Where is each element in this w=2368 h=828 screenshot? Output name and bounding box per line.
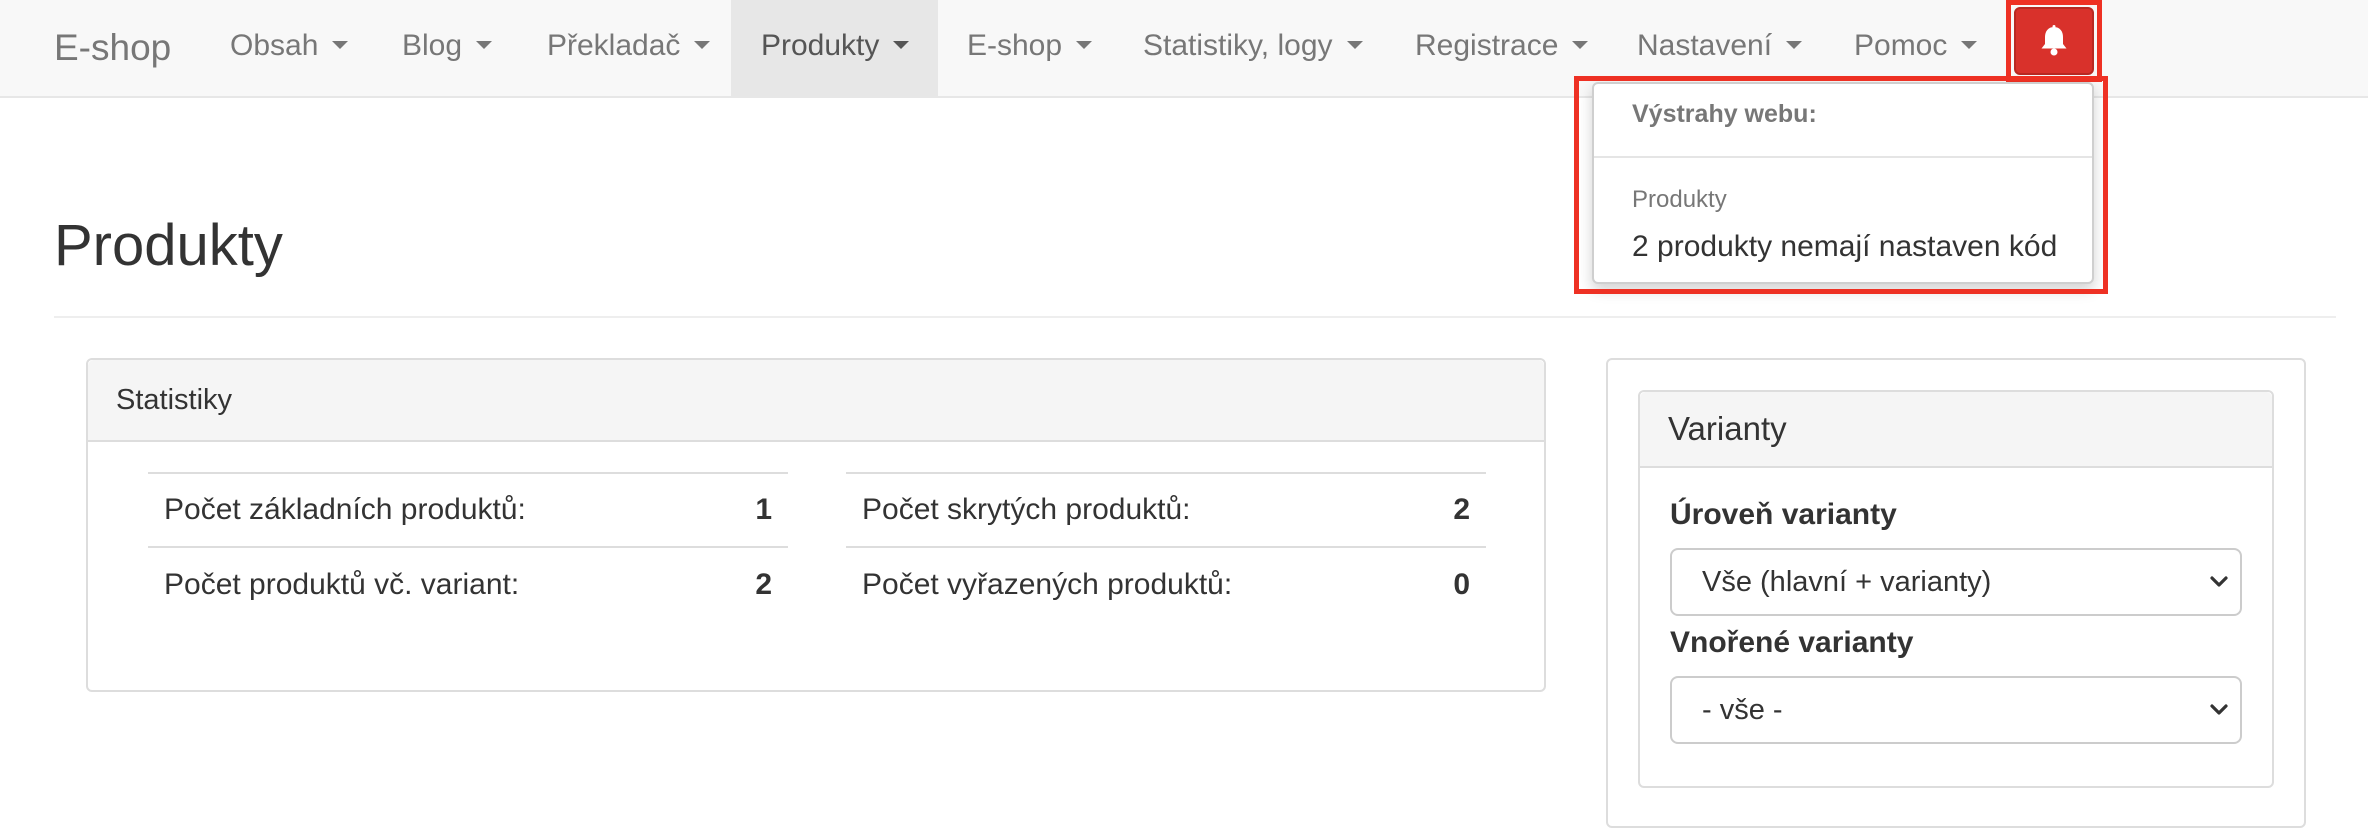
dropdown-header: Výstrahy webu: bbox=[1632, 100, 1817, 128]
stats-table-right: Počet skrytých produktů: 2 Počet vyřazen… bbox=[846, 472, 1486, 621]
nav-menu-blog[interactable]: Blog bbox=[372, 0, 522, 96]
caret-down-icon bbox=[1961, 41, 1978, 50]
dropdown-divider bbox=[1594, 156, 2092, 158]
chevron-down-icon bbox=[2210, 576, 2228, 587]
table-row: Počet skrytých produktů: 2 bbox=[846, 472, 1486, 547]
caret-down-icon bbox=[1572, 41, 1589, 50]
select-value: - vše - bbox=[1702, 694, 1783, 726]
alert-item-link[interactable]: 2 produkty nemají nastaven kód bbox=[1632, 230, 2057, 264]
table-row: Počet vyřazených produktů: 0 bbox=[846, 546, 1486, 621]
caret-down-icon bbox=[694, 41, 711, 50]
chevron-down-icon bbox=[2210, 704, 2228, 715]
caret-down-icon bbox=[1346, 41, 1363, 50]
nested-variants-select[interactable]: - vše - bbox=[1670, 676, 2242, 744]
stats-panel: Statistiky Počet základních produktů: 1 … bbox=[86, 358, 1546, 692]
stat-value: 2 bbox=[717, 546, 788, 621]
nav-label: Nastavení bbox=[1637, 29, 1773, 62]
caret-down-icon bbox=[893, 41, 910, 50]
caret-down-icon bbox=[1076, 41, 1093, 50]
stat-value: 2 bbox=[1416, 472, 1486, 547]
stat-value: 0 bbox=[1416, 546, 1486, 621]
stat-label: Počet základních produktů: bbox=[148, 472, 718, 547]
stat-label: Počet vyřazených produktů: bbox=[846, 546, 1417, 621]
nav-menu-obsah[interactable]: Obsah bbox=[200, 0, 378, 96]
nav-menu-eshop[interactable]: E-shop bbox=[937, 0, 1122, 96]
nav-menu-statistiky[interactable]: Statistiky, logy bbox=[1113, 0, 1393, 96]
variants-panel-heading: Varianty bbox=[1640, 392, 2272, 468]
nav-label: Pomoc bbox=[1854, 29, 1948, 62]
caret-down-icon bbox=[476, 41, 493, 50]
caret-down-icon bbox=[1786, 41, 1803, 50]
nav-menu-produkty[interactable]: Produkty bbox=[731, 0, 938, 96]
stat-value: 1 bbox=[717, 472, 788, 547]
alerts-dropdown: Výstrahy webu: Produkty 2 produkty nemaj… bbox=[1592, 82, 2094, 284]
variant-level-select[interactable]: Vše (hlavní + varianty) bbox=[1670, 548, 2242, 616]
nav-menu-registrace[interactable]: Registrace bbox=[1385, 0, 1618, 96]
nav-label: Blog bbox=[402, 29, 463, 62]
nav-label: Překladač bbox=[547, 29, 681, 62]
nav-menu-prekladac[interactable]: Překladač bbox=[517, 0, 740, 96]
variant-level-label: Úroveň varianty bbox=[1670, 498, 1897, 531]
nav-label: Produkty bbox=[761, 29, 880, 62]
nav-label: E-shop bbox=[967, 29, 1063, 62]
alerts-button[interactable] bbox=[2014, 7, 2094, 75]
table-row: Počet produktů vč. variant: 2 bbox=[148, 546, 788, 621]
bell-icon bbox=[2041, 25, 2067, 56]
page-title: Produkty bbox=[54, 213, 283, 278]
nav-label: Obsah bbox=[230, 29, 319, 62]
nested-variants-label: Vnořené varianty bbox=[1670, 626, 1914, 659]
stat-label: Počet produktů vč. variant: bbox=[148, 546, 718, 621]
caret-down-icon bbox=[332, 41, 349, 50]
table-row: Počet základních produktů: 1 bbox=[148, 472, 788, 547]
select-value: Vše (hlavní + varianty) bbox=[1702, 566, 1992, 598]
brand-link[interactable]: E-shop bbox=[54, 0, 171, 96]
nav-label: Statistiky, logy bbox=[1143, 29, 1333, 62]
title-divider bbox=[54, 316, 2336, 318]
stats-table-left: Počet základních produktů: 1 Počet produ… bbox=[148, 472, 788, 621]
stats-panel-heading: Statistiky bbox=[88, 360, 1544, 442]
stat-label: Počet skrytých produktů: bbox=[846, 472, 1417, 547]
nav-label: Registrace bbox=[1415, 29, 1559, 62]
alert-category: Produkty bbox=[1632, 186, 1727, 213]
